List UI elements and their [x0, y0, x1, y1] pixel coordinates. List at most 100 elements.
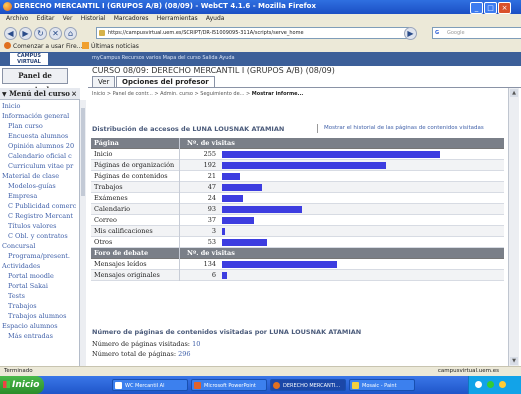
collapse-arrow-icon[interactable]: ▼: [2, 91, 7, 98]
bookmark-latest-news[interactable]: Últimas noticias: [82, 42, 139, 51]
menu-historial[interactable]: Historial: [81, 14, 106, 24]
row-page-label: Trabajos: [94, 183, 123, 191]
sidebar-item-informacion-general[interactable]: Información general: [2, 112, 69, 120]
menu-ayuda[interactable]: Ayuda: [206, 14, 225, 24]
sidebar-item-plan-curso[interactable]: Plan curso: [8, 122, 43, 130]
minimize-button[interactable]: _: [470, 2, 483, 14]
sidebar-scroll-thumb[interactable]: [81, 108, 85, 196]
firefox-icon: [3, 2, 12, 11]
tray-volume-icon[interactable]: [499, 381, 506, 388]
start-label: Inicio: [12, 380, 40, 390]
stop-button[interactable]: ✕: [49, 27, 62, 40]
status-host: campusvirtual.uem.es: [437, 368, 499, 374]
table-row: Mensajes originales 6: [91, 270, 504, 281]
sidebar-item-actividades[interactable]: Actividades: [2, 262, 40, 270]
forward-button[interactable]: ▶: [19, 27, 32, 40]
sidebar-item-programa-presentacion[interactable]: Programa/present.: [8, 252, 70, 260]
sidebar-item-publicidad-comercial[interactable]: C Publicidad comerc: [8, 202, 76, 210]
taskbar-item-mercantil[interactable]: WC Mercantil Al: [112, 379, 188, 391]
course-title: CURSO 08/09: DERECHO MERCANTIL I (GRUPOS…: [92, 66, 335, 75]
menu-editar[interactable]: Editar: [37, 14, 55, 24]
back-button[interactable]: ◀: [4, 27, 17, 40]
close-button[interactable]: ×: [498, 2, 511, 14]
taskbar-item-powerpoint[interactable]: Microsoft PowerPoint: [191, 379, 267, 391]
sidebar-item-portal-sakai[interactable]: Portal Sakai: [8, 282, 48, 290]
page-scrollbar[interactable]: ▲ ▼: [508, 88, 519, 366]
address-bar[interactable]: https://campusvirtual.uem.es/SCRIPT/DR-I…: [96, 27, 409, 39]
start-button[interactable]: Inicio: [0, 376, 44, 394]
history-link[interactable]: Mostrar el historial de las páginas de c…: [324, 125, 484, 131]
windows-logo-icon: [3, 381, 10, 388]
table-row: Inicio 255: [91, 149, 504, 160]
row-page-label: Calendario: [94, 205, 131, 213]
firefox-bookmark-icon: [4, 42, 11, 49]
menu-herramientas[interactable]: Herramientas: [157, 14, 198, 24]
visit-bar: [222, 228, 225, 235]
webct-banner: CAMPUS VIRTUAL myCampus Recursos varios …: [0, 52, 521, 66]
sidebar-item-mas-entradas[interactable]: Más entradas: [8, 332, 53, 340]
sidebar-item-obl-contratos[interactable]: C Obl. y contratos: [8, 232, 68, 240]
sidebar-item-portal-moodle[interactable]: Portal moodle: [8, 272, 54, 280]
sidebar-item-concursal[interactable]: Concursal: [2, 242, 35, 250]
row-page-label: Otros: [94, 238, 113, 246]
banner-links[interactable]: myCampus Recursos varios Mapa del curso …: [92, 55, 235, 61]
scroll-down-icon[interactable]: ▼: [510, 357, 518, 365]
window-title: DERECHO MERCANTIL I (GRUPOS A/B) (08/09)…: [14, 2, 317, 10]
course-menu: Inicio Información general Plan curso En…: [0, 100, 81, 366]
sidebar-item-curriculum-vitae[interactable]: Curriculum vitae pr: [8, 162, 73, 170]
tab-ver[interactable]: Ver: [92, 76, 116, 87]
sidebar-scrollbar[interactable]: [79, 100, 86, 366]
sidebar-item-empresa[interactable]: Empresa: [8, 192, 37, 200]
sidebar-item-titulos-valores[interactable]: Títulos valores: [8, 222, 56, 230]
taskbar-item-firefox[interactable]: DERECHO MERCANTI...: [270, 379, 346, 391]
sidebar-item-espacio-alumnos[interactable]: Espacio alumnos: [2, 322, 58, 330]
tray-network-icon[interactable]: [475, 381, 482, 388]
menu-marcadores[interactable]: Marcadores: [114, 14, 149, 24]
bookmark-getting-started[interactable]: Comenzar a usar Fire...: [4, 42, 82, 51]
sidebar-item-trabajos-alumnos[interactable]: Trabajos alumnos: [8, 312, 66, 320]
scroll-up-icon[interactable]: ▲: [510, 89, 518, 97]
go-button[interactable]: ▶: [404, 27, 417, 40]
table-row: Mis calificaciones 3: [91, 226, 504, 237]
sidebar-item-registro-mercantil[interactable]: C Registro Mercant: [8, 212, 73, 220]
sidebar-item-calendario-oficial[interactable]: Calendario oficial c: [8, 152, 72, 160]
search-input[interactable]: G Google: [432, 27, 521, 39]
total-pages-value[interactable]: 296: [178, 350, 190, 358]
table-row: Calendario 93: [91, 204, 504, 215]
menu-archivo[interactable]: Archivo: [6, 14, 28, 24]
row-page-label: Páginas de organización: [94, 161, 175, 169]
row-page-label: Mensajes originales: [94, 271, 160, 279]
sidebar-item-material-de-clase[interactable]: Material de clase: [2, 172, 59, 180]
course-menu-header[interactable]: ▼ Menú del curso ×: [0, 88, 80, 100]
navigation-toolbar: ◀ ▶ ↻ ✕ ⌂ https://campusvirtual.uem.es/S…: [0, 24, 521, 42]
row-page-label: Mis calificaciones: [94, 227, 153, 235]
breadcrumb-path[interactable]: Inicio > Panel de contr... > Admin. curs…: [92, 91, 252, 97]
sidebar-item-trabajos[interactable]: Trabajos: [8, 302, 37, 310]
row-visit-count: 24: [207, 194, 216, 202]
windows-taskbar: Inicio WC Mercantil Al Microsoft PowerPo…: [0, 376, 521, 394]
menu-ver[interactable]: Ver: [63, 14, 73, 24]
visit-bar: [222, 173, 240, 180]
maximize-button[interactable]: □: [484, 2, 497, 14]
control-panel-button[interactable]: Panel de control: [2, 68, 68, 94]
sidebar-item-inicio[interactable]: Inicio: [2, 102, 20, 110]
row-page-label: Correo: [94, 216, 117, 224]
sidebar-item-opinion-alumnos[interactable]: Opinión alumnos 20: [8, 142, 74, 150]
sidebar-item-modelos-guias[interactable]: Modelos-guías: [8, 182, 56, 190]
close-menu-icon[interactable]: ×: [71, 88, 77, 100]
row-page-label: Exámenes: [94, 194, 128, 202]
pages-visited-value[interactable]: 10: [192, 340, 200, 348]
sidebar-item-encuesta-alumnos[interactable]: Encuesta alumnos: [8, 132, 68, 140]
campus-virtual-logo[interactable]: CAMPUS VIRTUAL: [10, 53, 48, 65]
sidebar-item-tests[interactable]: Tests: [8, 292, 25, 300]
reload-button[interactable]: ↻: [34, 27, 47, 40]
table-row: Correo 37: [91, 215, 504, 226]
google-icon: G: [435, 30, 440, 36]
breadcrumb: Inicio > Panel de contr... > Admin. curs…: [92, 91, 303, 97]
forum-header-visits: Nº. de visitas: [187, 249, 235, 257]
bookmark-label: Últimas noticias: [91, 43, 139, 50]
tray-security-icon[interactable]: [487, 381, 494, 388]
taskbar-item-paint[interactable]: Mosaic - Paint: [349, 379, 415, 391]
home-button[interactable]: ⌂: [64, 27, 77, 40]
row-visit-count: 192: [203, 161, 216, 169]
